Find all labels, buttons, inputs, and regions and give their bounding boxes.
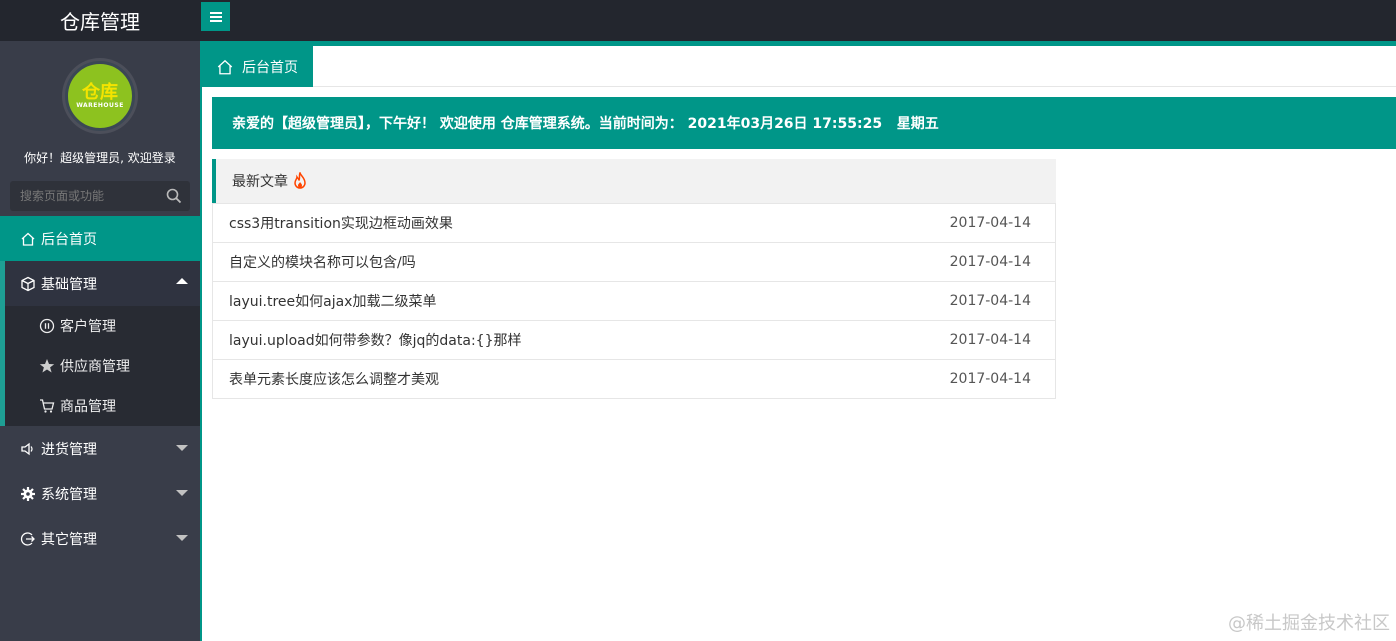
panel-header: 最新文章 xyxy=(212,159,1056,203)
article-title[interactable]: layui.tree如何ajax加载二级菜单 xyxy=(229,291,436,311)
sidebar-item-label: 后台首页 xyxy=(41,231,97,248)
sidebar-item-customers[interactable]: 客户管理 xyxy=(5,306,200,346)
chevron-down-icon xyxy=(176,490,188,496)
chevron-down-icon xyxy=(176,445,188,451)
chevron-down-icon xyxy=(176,535,188,541)
sidebar-item-label: 客户管理 xyxy=(60,319,116,335)
sidebar-item-label: 供应商管理 xyxy=(60,359,130,375)
sub-menu-basic: 客户管理 供应商管理 商品管理 xyxy=(0,306,200,426)
article-title[interactable]: css3用transition实现边框动画效果 xyxy=(229,213,453,233)
article-list: css3用transition实现边框动画效果 2017-04-14 自定义的模… xyxy=(212,203,1056,399)
avatar-logo-subtext: WAREHOUSE xyxy=(76,101,124,109)
article-row[interactable]: 自定义的模块名称可以包含/吗 2017-04-14 xyxy=(213,242,1055,281)
article-date: 2017-04-14 xyxy=(949,332,1031,348)
sidebar-item-home[interactable]: 后台首页 xyxy=(0,216,200,261)
search-icon[interactable] xyxy=(166,188,182,204)
home-icon xyxy=(216,58,234,76)
gear-icon xyxy=(20,486,36,502)
article-row[interactable]: css3用transition实现边框动画效果 2017-04-14 xyxy=(213,203,1055,242)
sidebar-item-label: 进货管理 xyxy=(41,441,97,458)
article-row[interactable]: 表单元素长度应该怎么调整才美观 2017-04-14 xyxy=(213,359,1055,398)
article-title[interactable]: 自定义的模块名称可以包含/吗 xyxy=(229,252,416,272)
article-date: 2017-04-14 xyxy=(949,293,1031,309)
chevron-up-icon xyxy=(176,278,188,284)
article-date: 2017-04-14 xyxy=(949,254,1031,270)
banner-text: 亲爱的【超级管理员】，下午好！ 欢迎使用 仓库管理系统。当前时间为： 2021年… xyxy=(232,116,939,132)
sidebar-nav: 后台首页 基础管理 客户管理 供应商管理 商品管理 进货管理 系统管理 其它管理 xyxy=(0,216,200,561)
welcome-text: 你好！超级管理员, 欢迎登录 xyxy=(24,151,176,165)
star-icon xyxy=(39,358,55,374)
sidebar-item-system[interactable]: 系统管理 xyxy=(0,471,200,516)
logo-area: 仓库管理 xyxy=(0,0,200,41)
logout-icon xyxy=(20,531,36,547)
article-row[interactable]: layui.upload如何带参数？像jq的data:{}那样 2017-04-… xyxy=(213,320,1055,359)
sidebar-item-label: 其它管理 xyxy=(41,531,97,548)
sidebar: 仓库 WAREHOUSE 你好！超级管理员, 欢迎登录 后台首页 基础管理 xyxy=(0,41,200,641)
pause-circle-icon xyxy=(39,318,55,334)
article-row[interactable]: layui.tree如何ajax加载二级菜单 2017-04-14 xyxy=(213,281,1055,320)
tab-home[interactable]: 后台首页 xyxy=(202,46,313,87)
avatar: 仓库 WAREHOUSE xyxy=(62,58,138,134)
article-title[interactable]: layui.upload如何带参数？像jq的data:{}那样 xyxy=(229,330,522,350)
sidebar-item-products[interactable]: 商品管理 xyxy=(5,386,200,426)
fire-icon xyxy=(292,172,308,190)
sidebar-item-label: 商品管理 xyxy=(60,399,116,415)
watermark: @稀土掘金技术社区 xyxy=(1228,613,1390,634)
latest-articles-panel: 最新文章 css3用transition实现边框动画效果 2017-04-14 … xyxy=(212,159,1056,399)
welcome-banner: 亲爱的【超级管理员】，下午好！ 欢迎使用 仓库管理系统。当前时间为： 2021年… xyxy=(212,97,1396,149)
hamburger-icon xyxy=(209,10,222,24)
article-title[interactable]: 表单元素长度应该怎么调整才美观 xyxy=(229,369,439,389)
menu-toggle-button[interactable] xyxy=(201,2,230,31)
sidebar-item-label: 基础管理 xyxy=(41,276,97,293)
top-header: 仓库管理 xyxy=(0,0,1396,41)
sidebar-item-suppliers[interactable]: 供应商管理 xyxy=(5,346,200,386)
sidebar-item-label: 系统管理 xyxy=(41,486,97,503)
cart-icon xyxy=(39,398,55,414)
sidebar-item-purchase[interactable]: 进货管理 xyxy=(0,426,200,471)
article-date: 2017-04-14 xyxy=(949,371,1031,387)
app-title: 仓库管理 xyxy=(60,10,140,34)
panel-title: 最新文章 xyxy=(232,174,288,190)
article-date: 2017-04-14 xyxy=(949,215,1031,231)
avatar-logo-text: 仓库 xyxy=(82,81,118,103)
tab-label: 后台首页 xyxy=(242,59,298,76)
search-input[interactable] xyxy=(10,181,160,211)
sidebar-item-other[interactable]: 其它管理 xyxy=(0,516,200,561)
sidebar-search xyxy=(10,181,190,211)
cube-icon xyxy=(20,276,36,292)
content-left-border xyxy=(200,41,202,641)
speaker-icon xyxy=(20,441,36,457)
sidebar-item-basic[interactable]: 基础管理 xyxy=(0,261,200,306)
tab-bar: 后台首页 xyxy=(202,46,1396,87)
home-icon xyxy=(20,231,36,247)
